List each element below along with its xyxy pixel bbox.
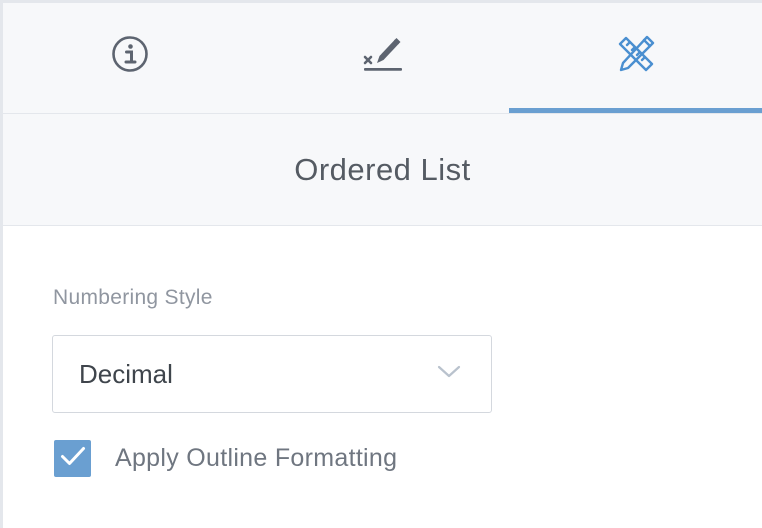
- checkmark-icon: [60, 445, 86, 472]
- tab-bar: [3, 0, 762, 113]
- numbering-style-select[interactable]: Decimal: [52, 335, 492, 413]
- signature-icon: [362, 35, 404, 73]
- numbering-style-label: Numbering Style: [53, 286, 213, 309]
- outline-formatting-checkbox[interactable]: [54, 440, 91, 477]
- outline-formatting-label[interactable]: Apply Outline Formatting: [115, 444, 397, 473]
- properties-panel: Ordered List Numbering Style Decimal App…: [0, 0, 762, 528]
- tab-signature[interactable]: [256, 3, 509, 113]
- ruler-pencil-icon: [616, 34, 656, 74]
- section-header: Ordered List: [3, 113, 762, 226]
- numbering-style-value: Decimal: [79, 358, 173, 389]
- chevron-down-icon: [437, 364, 461, 385]
- section-title: Ordered List: [294, 151, 471, 187]
- info-icon: [111, 35, 149, 73]
- tab-info[interactable]: [3, 3, 256, 113]
- outline-formatting-row: Apply Outline Formatting: [54, 440, 397, 477]
- tab-design[interactable]: [509, 3, 762, 113]
